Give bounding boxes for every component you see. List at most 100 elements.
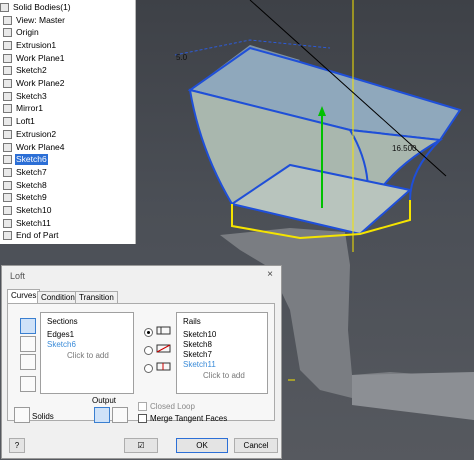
work-plane-icon: [3, 53, 12, 63]
browser-item[interactable]: Sketch10: [3, 204, 52, 217]
browser-item[interactable]: Sketch8: [3, 179, 48, 192]
work-plane-icon: [3, 142, 12, 152]
merge-tangent-checkbox[interactable]: [138, 414, 147, 423]
browser-item-label: Sketch8: [16, 179, 47, 190]
browser-item[interactable]: Sketch9: [3, 192, 48, 205]
browser-item[interactable]: Sketch3: [3, 90, 48, 103]
browser-item[interactable]: Extrusion1: [3, 39, 57, 52]
browser-item[interactable]: Work Plane2: [3, 77, 66, 90]
browser-item[interactable]: Work Plane1: [3, 52, 66, 65]
output-surface-button[interactable]: [112, 407, 128, 423]
browser-item-label: Origin: [16, 27, 39, 38]
loft-dialog: Loft × Curves Conditions Transition Sect…: [1, 265, 282, 459]
browser-item[interactable]: Sketch11: [3, 217, 52, 230]
browser-item[interactable]: End of Part: [3, 230, 60, 243]
solids-label: Solids: [32, 412, 54, 421]
rail-item[interactable]: Sketch8: [183, 340, 212, 349]
rails-click-to-add[interactable]: Click to add: [203, 371, 245, 380]
browser-item[interactable]: Origin: [3, 26, 40, 39]
view-icon: [3, 15, 12, 25]
browser-item[interactable]: Sketch6: [3, 153, 48, 166]
tab-curves[interactable]: Curves: [7, 289, 41, 304]
sketch-icon: [3, 218, 12, 228]
rails-header: Rails: [183, 317, 201, 326]
mirror-icon: [3, 104, 12, 114]
rails-list[interactable]: Rails Sketch10 Sketch8 Sketch7 Sketch11 …: [176, 312, 268, 394]
browser-item-label: Work Plane4: [16, 141, 65, 152]
rails-radio[interactable]: [144, 328, 153, 337]
browser-item[interactable]: View: Master: [3, 14, 66, 27]
folder-icon: [3, 28, 12, 38]
browser-item[interactable]: Sketch7: [3, 166, 48, 179]
browser-item-label: Sketch2: [16, 65, 47, 76]
browser-item-label: Extrusion1: [16, 39, 57, 50]
close-icon[interactable]: ×: [267, 269, 273, 280]
surface-type-button[interactable]: [20, 336, 36, 352]
rail-item[interactable]: Sketch7: [183, 350, 212, 359]
dimension-left: 5.0: [176, 53, 188, 62]
solid-type-button[interactable]: [20, 318, 36, 334]
closed-loop-label: Closed Loop: [150, 402, 195, 411]
extrusion-icon: [3, 40, 12, 50]
browser-item-label: Loft1: [16, 116, 35, 127]
model-browser: Solid Bodies(1) View: Master Origin Extrusi…: [0, 0, 136, 244]
dialog-title: Loft: [10, 271, 26, 281]
browser-item[interactable]: Work Plane4: [3, 141, 66, 154]
end-of-part-icon: [3, 231, 12, 241]
browser-item-label: End of Part: [16, 230, 59, 241]
sketch-icon: [3, 193, 12, 203]
centerline-radio[interactable]: [144, 346, 153, 355]
solids-icon[interactable]: [14, 407, 30, 423]
output-solid-button[interactable]: [94, 407, 110, 423]
sections-click-to-add[interactable]: Click to add: [67, 351, 109, 360]
browser-item-label: Sketch10: [16, 205, 52, 216]
centerline-icon: [156, 344, 171, 353]
browser-item[interactable]: Loft1: [3, 115, 36, 128]
sketch-icon: [3, 91, 12, 101]
browser-item-label: Work Plane2: [16, 78, 65, 89]
merge-tangent-label: Merge Tangent Faces: [150, 414, 228, 423]
output-label: Output: [92, 396, 117, 405]
sketch-icon: [3, 206, 12, 216]
area-loft-radio[interactable]: [144, 364, 153, 373]
section-item[interactable]: Sketch6: [47, 340, 76, 349]
browser-item[interactable]: Solid Bodies(1): [0, 1, 72, 14]
browser-item-label: Work Plane1: [16, 52, 65, 63]
sections-header: Sections: [47, 317, 78, 326]
browser-item-label: Solid Bodies(1): [13, 1, 71, 12]
browser-item-label: Extrusion2: [16, 128, 57, 139]
browser-item-label: Sketch7: [16, 166, 47, 177]
browser-item-label: Sketch9: [16, 192, 47, 203]
browser-item-label: Mirror1: [16, 103, 43, 114]
browser-item-label: Sketch11: [16, 217, 51, 228]
browser-item[interactable]: Mirror1: [3, 103, 44, 116]
dimension-right: 16.500: [392, 144, 417, 153]
rail-item[interactable]: Sketch11: [183, 360, 216, 369]
browser-item-label: Sketch3: [16, 90, 47, 101]
ok-button[interactable]: OK: [176, 438, 228, 453]
base-front-face: [352, 372, 474, 420]
browser-item[interactable]: Sketch2: [3, 65, 48, 78]
area-loft-icon: [156, 362, 171, 371]
preview-toggle[interactable]: ☑: [124, 438, 158, 453]
browser-item-label: View: Master: [16, 14, 65, 25]
center-line-button[interactable]: [20, 376, 36, 392]
sections-list[interactable]: Sections Edges1 Sketch6 Click to add: [40, 312, 134, 394]
closed-loop-checkbox[interactable]: [138, 402, 147, 411]
sketch-icon: [3, 155, 12, 165]
cancel-button[interactable]: Cancel: [234, 438, 278, 453]
area-loft-button[interactable]: [20, 354, 36, 370]
extrusion-icon: [3, 129, 12, 139]
sketch-icon: [3, 66, 12, 76]
section-item[interactable]: Edges1: [47, 330, 74, 339]
sketch-icon: [3, 167, 12, 177]
browser-item[interactable]: Extrusion2: [3, 128, 57, 141]
help-button[interactable]: ?: [9, 438, 25, 453]
rails-icon: [156, 326, 171, 335]
solid-bodies-icon: [0, 2, 9, 12]
sketch-icon: [3, 180, 12, 190]
work-plane-icon: [3, 79, 12, 89]
rail-item[interactable]: Sketch10: [183, 330, 216, 339]
browser-item-label: Sketch6: [15, 154, 48, 166]
loft-icon: [3, 117, 12, 127]
